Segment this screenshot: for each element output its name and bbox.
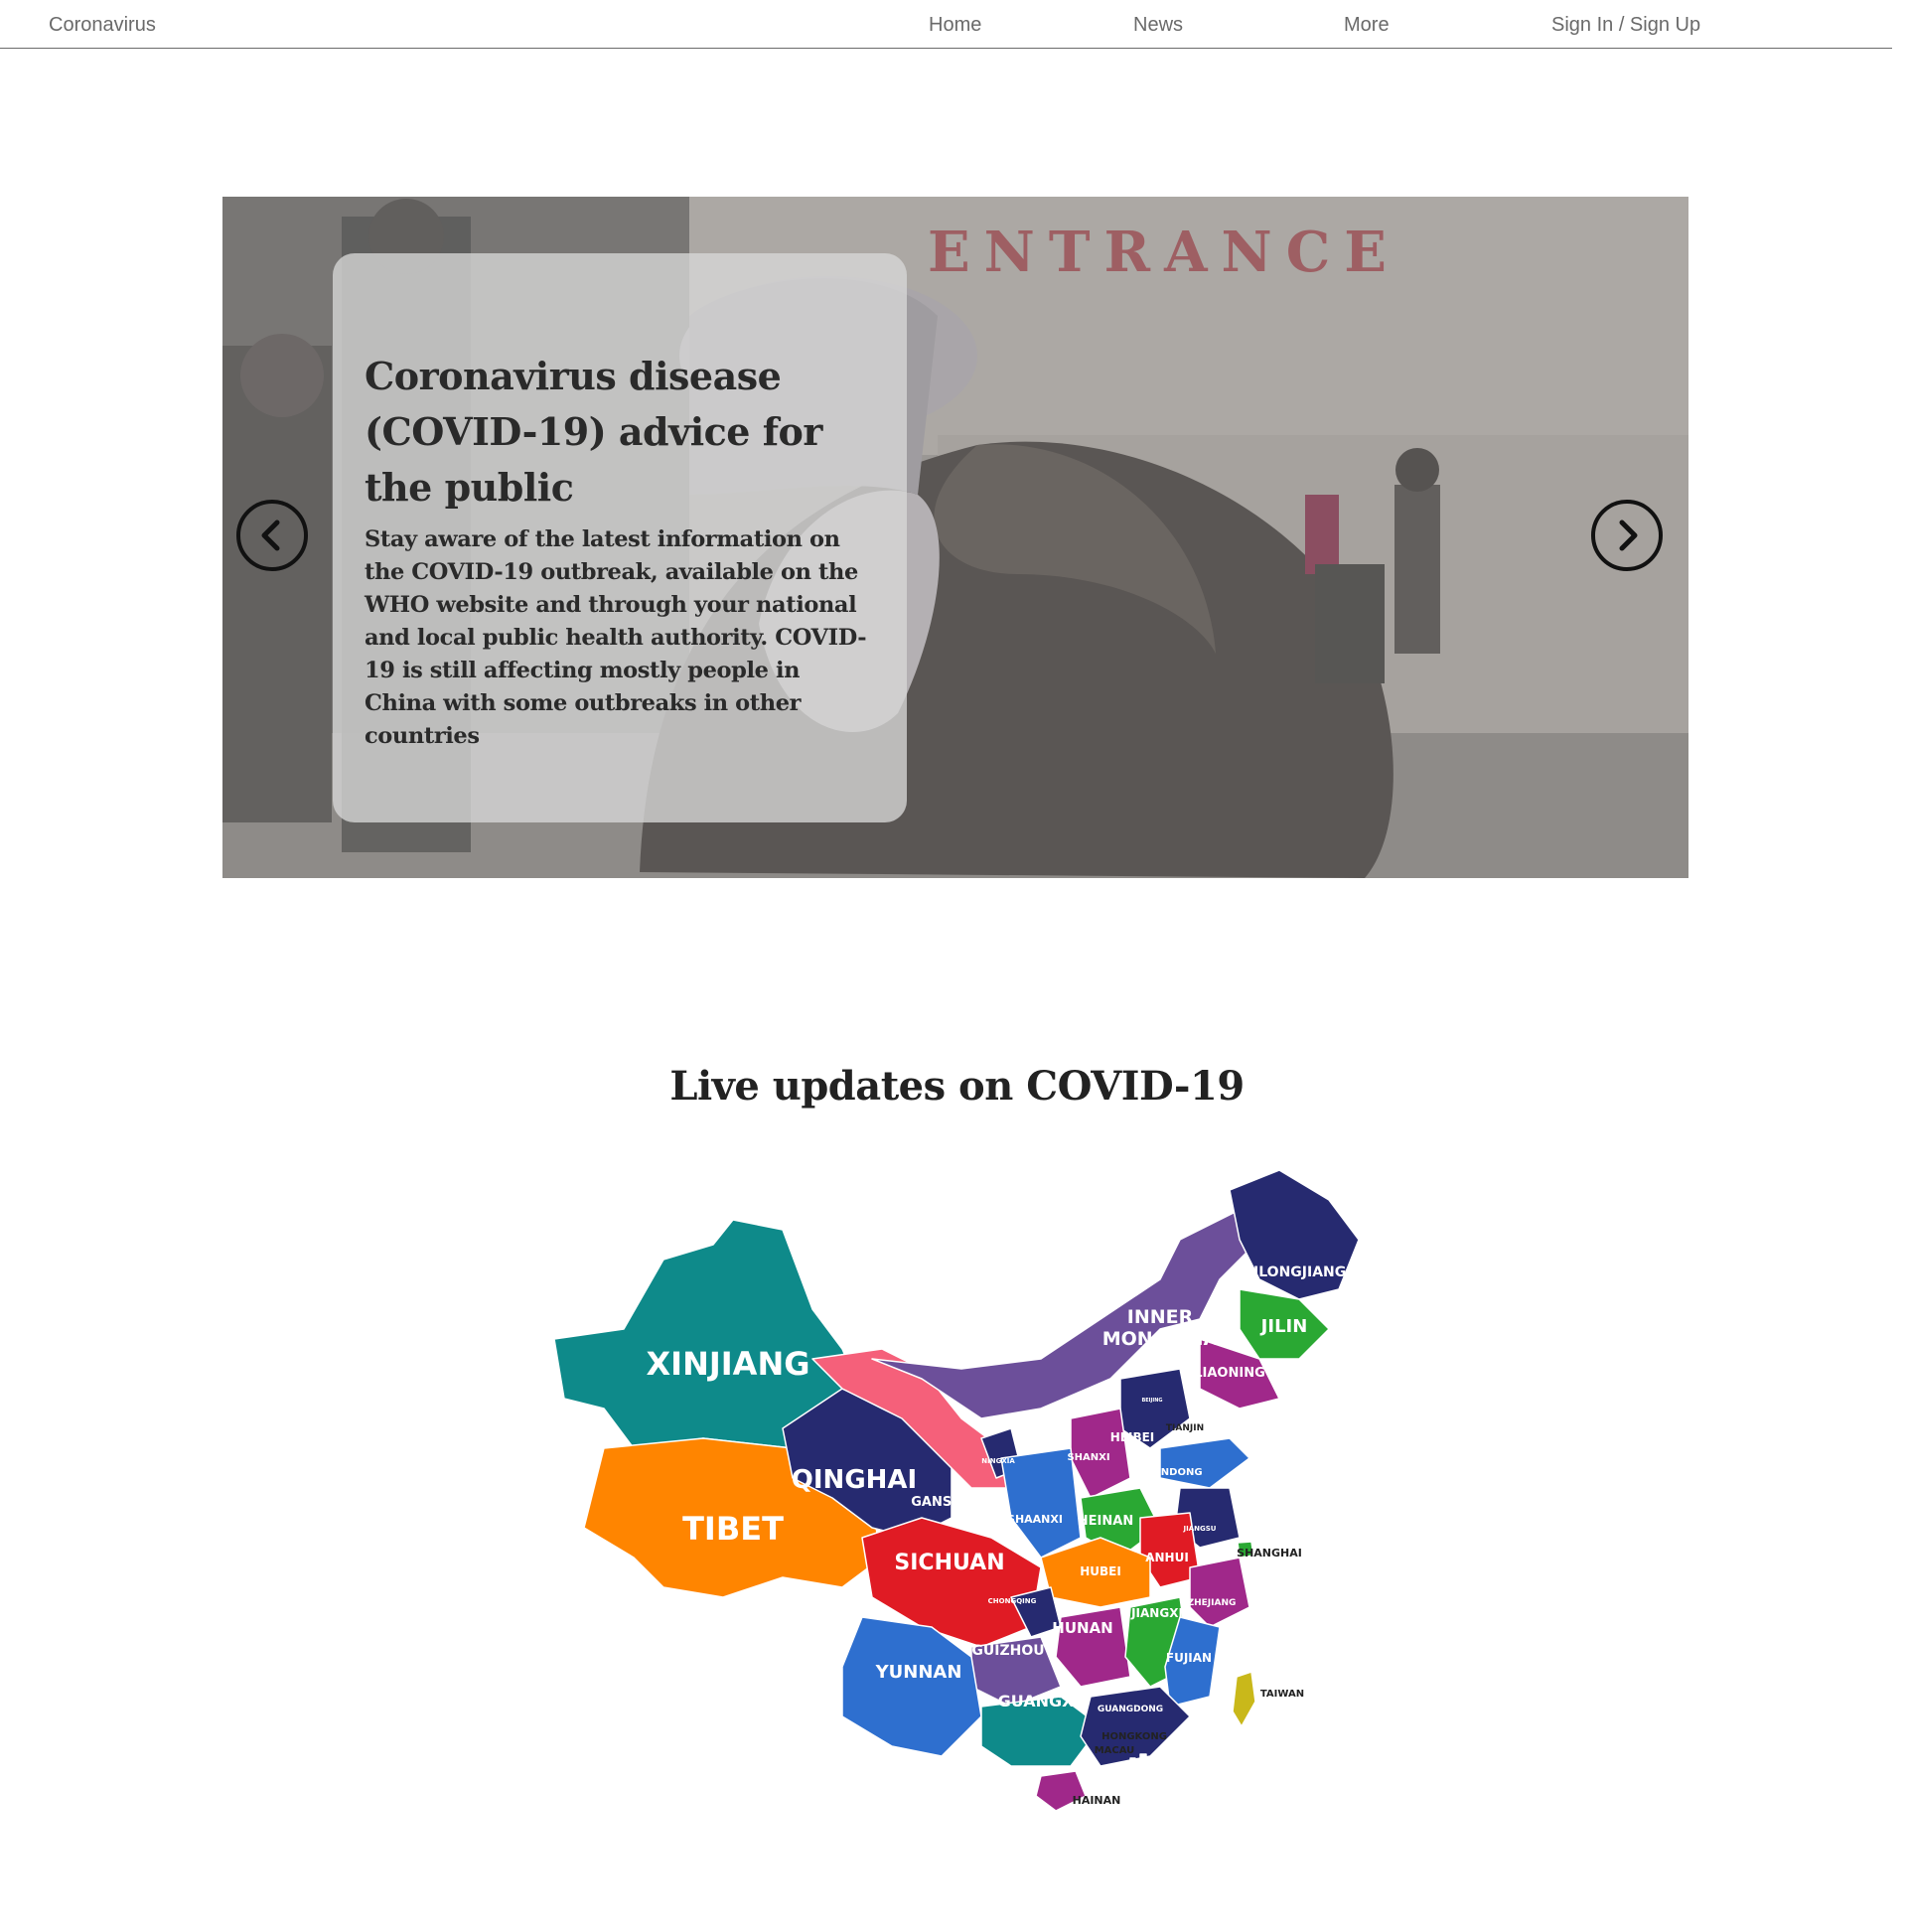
carousel-prev-button[interactable] [236, 500, 308, 571]
province-label-shanghai: SHANGHAI [1237, 1547, 1302, 1560]
province-label-zhejiang: ZHEJIANG [1188, 1598, 1237, 1608]
top-navbar: Coronavirus Home News More Sign In / Sig… [0, 0, 1892, 49]
carousel-next-button[interactable] [1591, 500, 1663, 571]
hero-carousel: ENTRANCE Coronavirus disease (COVID-19) … [222, 197, 1688, 878]
province-label-heilongjiang: HEILONGJIANG [1233, 1264, 1346, 1280]
nav-home-link[interactable]: Home [929, 14, 981, 37]
province-label-hainan: HAINAN [1073, 1794, 1121, 1807]
nav-more-link[interactable]: More [1344, 14, 1390, 37]
province-label-yunnan: YUNNAN [875, 1662, 962, 1683]
province-label-guangxi: GUANGXI [998, 1692, 1081, 1710]
province-label-shanxi: SHANXI [1067, 1452, 1109, 1463]
province-label-shandong: SHANDONG [1137, 1467, 1202, 1478]
province-region-taiwan[interactable] [1232, 1671, 1256, 1727]
province-label-ningxia: NINGXIA [981, 1457, 1015, 1465]
province-label-hunan: HUNAN [1052, 1619, 1112, 1637]
province-region-macau[interactable] [1129, 1757, 1136, 1764]
province-label-beijing: BEIJING [1141, 1398, 1162, 1404]
province-label-macau: MACAU [1095, 1745, 1135, 1756]
province-label-tibet: TIBET [682, 1510, 784, 1548]
province-region-shandong[interactable] [1159, 1437, 1250, 1489]
province-label-liaoning: LIAONING [1194, 1366, 1265, 1381]
province-label-guizhou: GUIZHOU [971, 1643, 1044, 1659]
province-label-jilin: JILIN [1259, 1316, 1308, 1337]
province-label-hubei: HUBEI [1080, 1564, 1121, 1578]
province-label-tianjin: TIANJIN [1166, 1423, 1204, 1433]
province-label-jiangxi: JIANGXI [1130, 1606, 1183, 1620]
province-label-chongqing: CHONGQING [988, 1597, 1037, 1605]
china-map-svg[interactable]: XINJIANGTIBETQINGHAIGANSUINNER MONGOLIAHE… [544, 1160, 1369, 1816]
live-updates-title: Live updates on COVID-19 [669, 1063, 1245, 1110]
province-region-zhejiang[interactable] [1189, 1557, 1250, 1628]
province-label-gansu: GANSU [911, 1495, 962, 1510]
province-label-guangdong: GUANGDONG [1098, 1705, 1163, 1714]
province-label-shaanxi: SHAANXI [1007, 1513, 1063, 1526]
province-label-fujian: FUJIAN [1166, 1651, 1212, 1665]
province-label-xinjiang: XINJIANG [647, 1345, 810, 1383]
hero-description: Stay aware of the latest information on … [365, 526, 867, 749]
chevron-right-icon [1619, 520, 1638, 551]
province-label-anhui: ANHUI [1145, 1551, 1189, 1564]
province-region-hongkong[interactable] [1139, 1753, 1147, 1761]
province-label-taiwan: TAIWAN [1260, 1689, 1304, 1700]
page: Coronavirus Home News More Sign In / Sig… [0, 0, 1907, 1932]
province-label-hongkong: HONGKONG [1101, 1731, 1167, 1742]
province-label-heinan: HEINAN [1078, 1514, 1133, 1529]
chevron-left-icon [261, 520, 280, 551]
province-label-sichuan: SICHUAN [894, 1551, 1004, 1575]
nav-news-link[interactable]: News [1133, 14, 1183, 37]
china-province-map[interactable]: XINJIANG TIBET QINGHAI GANSU INNER MONGOLIA HE… [544, 1160, 1369, 1816]
brand-link[interactable]: Coronavirus [49, 14, 156, 37]
nav-signin-link[interactable]: Sign In / Sign Up [1551, 14, 1700, 37]
province-label-jiangsu: JIANGSU [1183, 1525, 1217, 1533]
hero-title: Coronavirus disease (COVID-19) advice fo… [365, 354, 822, 510]
hero-text-card: Coronavirus disease (COVID-19) advice fo… [333, 253, 907, 822]
province-label-heibei: HEIBEI [1110, 1430, 1155, 1444]
province-label-qinghai: QINGHAI [792, 1465, 917, 1495]
